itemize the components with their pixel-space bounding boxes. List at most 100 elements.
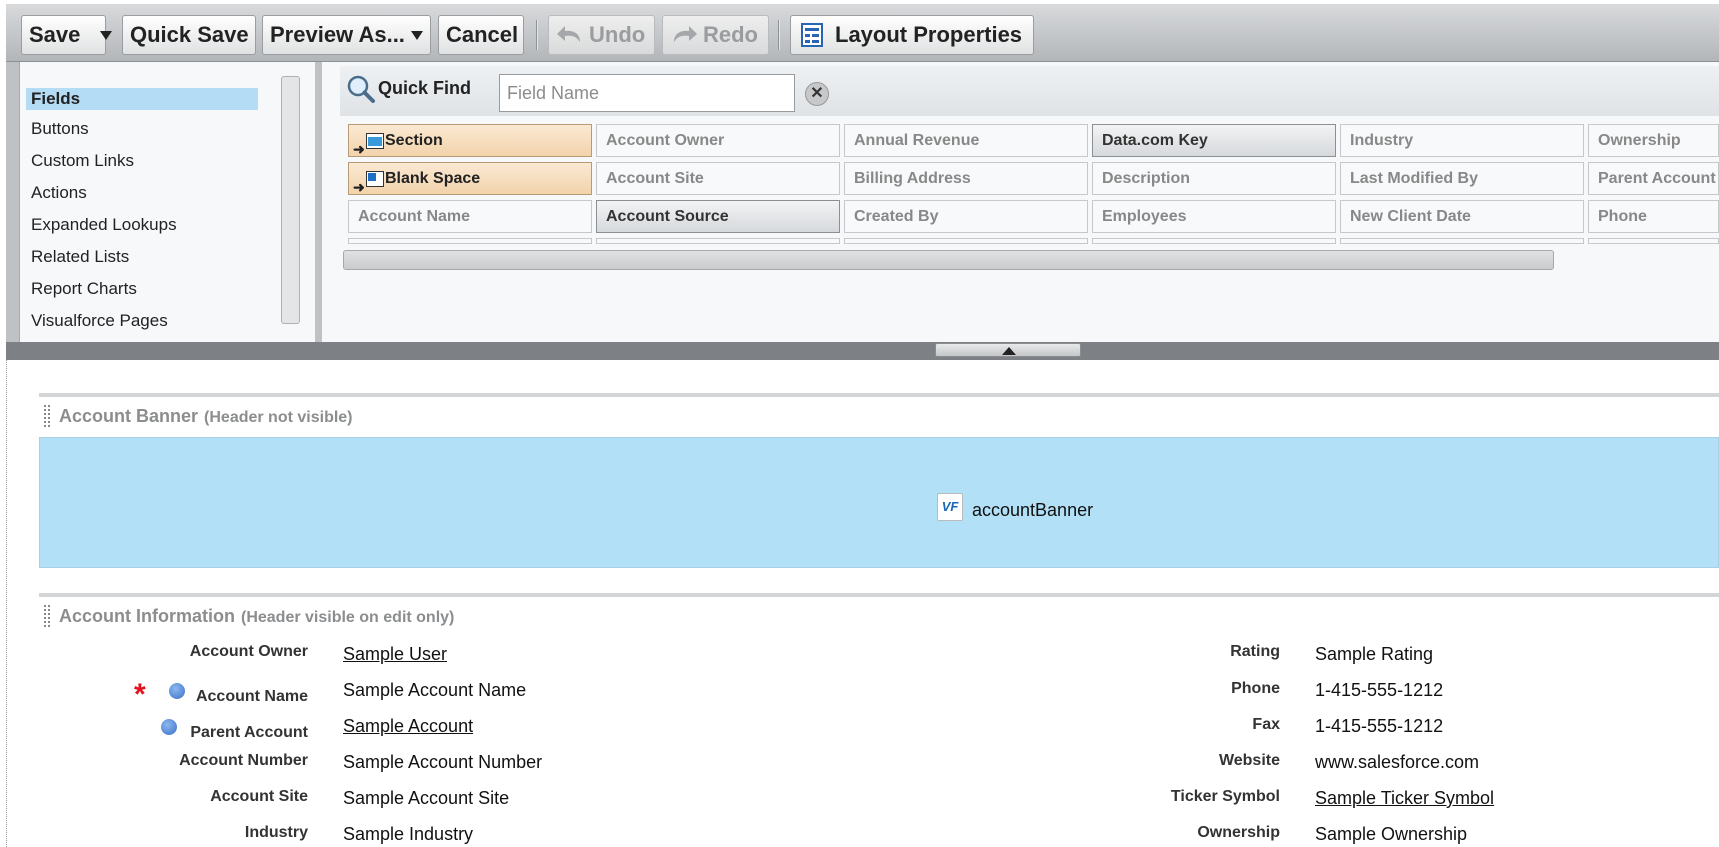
section-divider [39, 593, 1719, 597]
drag-arrow-icon: ➜ [353, 179, 365, 195]
field-item[interactable]: Phone [1588, 200, 1719, 233]
save-label: Save [29, 22, 81, 47]
field-label-rating[interactable]: Rating [1230, 643, 1280, 661]
clear-search-icon[interactable]: ✕ [805, 82, 829, 106]
category-expanded-lookups[interactable]: Expanded Lookups [26, 214, 258, 236]
field-value-industry: Sample Industry [343, 824, 474, 844]
category-report-charts[interactable]: Report Charts [26, 278, 258, 300]
category-fields[interactable]: Fields [26, 88, 258, 110]
field-item[interactable]: New Client Date [1340, 200, 1584, 233]
field-item[interactable]: Industry [1340, 124, 1584, 157]
visualforce-icon: VF [937, 493, 963, 521]
field-item[interactable]: Account Owner [596, 124, 840, 157]
field-item-partial[interactable] [348, 238, 592, 244]
field-blank-space[interactable]: ➜ Blank Space [348, 162, 592, 195]
field-item-used[interactable]: Account Source [596, 200, 840, 233]
field-label-website[interactable]: Website [1219, 752, 1280, 770]
field-item-partial[interactable] [1092, 238, 1336, 244]
layout-properties-label: Layout Properties [835, 22, 1023, 47]
always-on-layout-icon [161, 719, 177, 735]
banner-section-header[interactable]: Account Banner (Header not visible) [59, 406, 353, 427]
undo-label: Undo [589, 22, 646, 47]
preview-as-caret-icon [410, 30, 423, 40]
visualforce-component-label[interactable]: accountBanner [972, 500, 1093, 521]
category-buttons[interactable]: Buttons [26, 118, 258, 140]
redo-button[interactable]: Redo [662, 15, 769, 55]
field-value-fax: 1-415-555-1212 [1315, 716, 1444, 736]
preview-as-button[interactable]: Preview As... [262, 15, 431, 55]
toolbar-separator [778, 20, 780, 50]
field-value-parent-account: Sample Account [343, 716, 474, 736]
field-label-parent-account[interactable]: Parent Account [190, 724, 308, 742]
field-item[interactable]: Employees [1092, 200, 1336, 233]
field-item[interactable]: Created By [844, 200, 1088, 233]
field-item[interactable]: Ownership [1588, 124, 1719, 157]
save-button[interactable]: Save [21, 15, 113, 55]
field-item[interactable]: Description [1092, 162, 1336, 195]
account-banner-section[interactable] [39, 437, 1719, 568]
field-value-rating: Sample Rating [1315, 644, 1434, 664]
banner-section-note: (Header not visible) [204, 409, 353, 426]
category-related-lists[interactable]: Related Lists [26, 246, 258, 268]
field-label-ownership[interactable]: Ownership [1197, 824, 1280, 842]
quick-save-button[interactable]: Quick Save [122, 15, 256, 55]
field-label-phone[interactable]: Phone [1231, 680, 1280, 698]
field-label-account-owner[interactable]: Account Owner [190, 643, 308, 661]
field-item-partial[interactable] [1588, 238, 1719, 244]
category-visualforce-pages[interactable]: Visualforce Pages [26, 310, 258, 332]
category-list: Fields Buttons Custom Links Actions Expa… [19, 62, 315, 342]
field-item[interactable]: Parent Account [1588, 162, 1719, 195]
section-icon [366, 133, 384, 149]
field-horizontal-scrollbar[interactable] [343, 250, 1554, 270]
field-item-partial[interactable] [844, 238, 1088, 244]
field-value-website: www.salesforce.com [1315, 752, 1480, 772]
field-label-fax[interactable]: Fax [1252, 716, 1280, 734]
field-label-account-name[interactable]: Account Name [196, 688, 308, 706]
layout-properties-button[interactable]: Layout Properties [790, 15, 1034, 55]
search-icon [347, 75, 375, 103]
category-custom-links[interactable]: Custom Links [26, 150, 258, 172]
field-label-account-site[interactable]: Account Site [210, 788, 308, 806]
undo-icon [557, 26, 580, 42]
info-section-header[interactable]: Account Information (Header visible on ed… [59, 606, 454, 627]
palette-collapse-handle[interactable] [935, 343, 1081, 357]
category-actions[interactable]: Actions [26, 182, 258, 204]
layout-guide [6, 360, 7, 847]
cancel-button[interactable]: Cancel [438, 15, 524, 55]
field-label: Section [385, 132, 443, 149]
palette-bottom-bar [6, 342, 1719, 360]
section-divider [39, 393, 1719, 397]
field-item[interactable]: Account Name [348, 200, 592, 233]
preview-as-label: Preview As... [270, 22, 405, 47]
drag-handle-icon[interactable] [44, 405, 50, 427]
info-section-note: (Header visible on edit only) [241, 609, 455, 626]
field-value-ownership: Sample Ownership [1315, 824, 1468, 844]
field-item[interactable]: Last Modified By [1340, 162, 1584, 195]
field-item[interactable]: Account Site [596, 162, 840, 195]
field-item-used[interactable]: Data.com Key [1092, 124, 1336, 157]
layout-properties-icon [801, 23, 823, 47]
quick-find-bar: Quick Find ✕ [340, 66, 1719, 116]
field-value-account-site: Sample Account Site [343, 788, 510, 808]
field-label-industry[interactable]: Industry [245, 824, 308, 842]
redo-icon [674, 26, 697, 42]
toolbar: Save Quick Save Preview As... Cancel Und… [6, 4, 1719, 62]
field-label-ticker-symbol[interactable]: Ticker Symbol [1171, 788, 1280, 806]
info-section-title: Account Information [59, 606, 235, 626]
field-item[interactable]: Annual Revenue [844, 124, 1088, 157]
field-item[interactable]: Billing Address [844, 162, 1088, 195]
drag-handle-icon[interactable] [44, 605, 50, 627]
field-item-partial[interactable] [596, 238, 840, 244]
save-dropdown-caret-icon[interactable] [100, 30, 113, 40]
field-value-ticker-symbol: Sample Ticker Symbol [1315, 788, 1495, 808]
quick-find-input[interactable] [499, 74, 795, 112]
quick-find-label: Quick Find [378, 78, 472, 98]
required-marker: * [134, 678, 146, 711]
field-label-account-number[interactable]: Account Number [179, 752, 308, 770]
toolbar-separator [536, 20, 538, 50]
field-section[interactable]: ➜ Section [348, 124, 592, 157]
field-item-partial[interactable] [1340, 238, 1584, 244]
field-label: Blank Space [385, 170, 481, 187]
category-scrollbar[interactable] [281, 76, 300, 324]
undo-button[interactable]: Undo [548, 15, 655, 55]
